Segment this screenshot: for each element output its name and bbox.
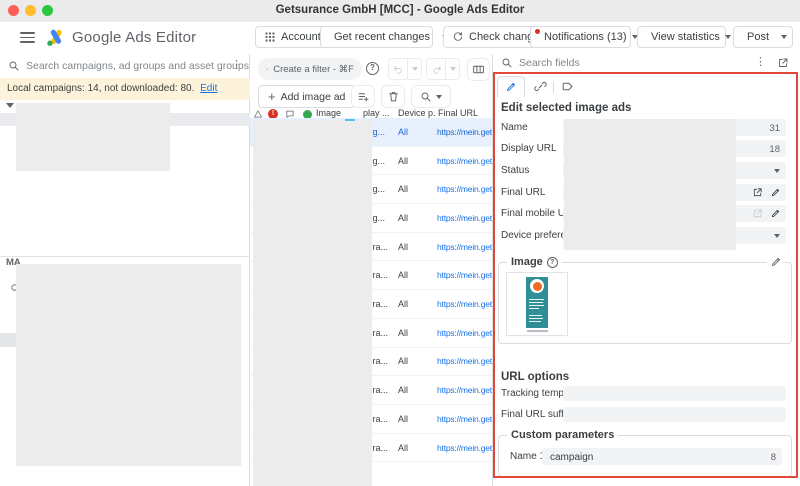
tab-labels[interactable] — [561, 80, 574, 93]
app-toolbar: Google Ads Editor Accounts Get recent ch… — [0, 22, 800, 55]
url-options-heading: URL options — [501, 371, 570, 383]
cell-device: All — [398, 356, 409, 367]
pencil-icon[interactable] — [770, 208, 781, 219]
ad-image-thumbnail[interactable] — [506, 272, 568, 336]
app-window: Getsurance GmbH [MCC] - Google Ads Edito… — [0, 0, 800, 486]
custom-parameters-title: Custom parameters — [507, 429, 619, 441]
edit-image-button[interactable] — [767, 256, 785, 268]
char-counter: 31 — [769, 122, 780, 134]
cell-device: All — [398, 327, 409, 338]
chevron-down-icon[interactable] — [724, 35, 731, 39]
cell-final[interactable]: https://mein.get — [437, 127, 492, 137]
pencil-icon — [770, 256, 782, 268]
cell-device: All — [398, 385, 409, 396]
menu-icon[interactable] — [20, 32, 35, 43]
cell-final[interactable]: https://mein.get — [437, 443, 492, 453]
name1-label: Name 1 — [510, 451, 546, 462]
cell-device: All — [398, 413, 409, 424]
notifications-button[interactable]: Notifications (13) — [530, 26, 638, 48]
open-link-icon — [752, 208, 763, 219]
char-counter: 18 — [769, 143, 780, 155]
redacted-type-list — [16, 264, 241, 466]
redacted-campaign-names — [16, 103, 170, 171]
tab-urls[interactable] — [534, 80, 547, 93]
tree-collapse-icon[interactable] — [6, 103, 14, 108]
post-button[interactable]: Post — [733, 26, 793, 48]
titlebar: Getsurance GmbH [MCC] - Google Ads Edito… — [0, 0, 800, 23]
edit-panel: Search fields ⋮ Edit selected image ads … — [492, 54, 800, 486]
cell-device: All — [398, 126, 409, 137]
open-link-icon[interactable] — [752, 187, 763, 198]
sort-indicator — [345, 119, 355, 121]
kebab-menu-icon[interactable]: ⋮ — [755, 56, 766, 67]
refresh-icon — [452, 31, 464, 43]
open-in-window-icon[interactable] — [777, 57, 789, 69]
cell-final[interactable]: https://mein.get — [437, 328, 492, 338]
help-icon[interactable]: ? — [546, 256, 558, 268]
get-recent-changes-button[interactable]: Get recent changes — [320, 26, 449, 48]
cell-final[interactable]: https://mein.get — [437, 156, 492, 166]
cell-device: All — [398, 241, 409, 252]
notification-badge-dot — [535, 28, 540, 34]
final-url-suffix-input[interactable] — [563, 407, 786, 422]
cell-device: All — [398, 442, 409, 453]
search-icon — [501, 57, 513, 69]
cell-device: All — [398, 184, 409, 195]
chevron-down-icon[interactable] — [781, 35, 788, 39]
pencil-icon[interactable] — [770, 187, 781, 198]
edit-panel-heading: Edit selected image ads — [501, 102, 632, 114]
image-section-title: Image — [511, 256, 543, 268]
char-counter: 8 — [770, 451, 776, 463]
window-title: Getsurance GmbH [MCC] - Google Ads Edito… — [275, 4, 525, 16]
name1-input[interactable]: campaign 8 — [542, 448, 782, 465]
campaign-tree-panel: Search campaigns, ad groups and asset gr… — [0, 54, 250, 486]
chevron-down-icon — [774, 169, 780, 173]
field-row-final-url-suffix: Final URL suffix — [493, 407, 793, 423]
cell-final[interactable]: https://mein.get — [437, 356, 492, 366]
cell-device: All — [398, 155, 409, 166]
ad-list-panel: Create a filter - ⌘F ? + Add image ad ! … — [250, 54, 492, 486]
banner-edit-link[interactable]: Edit — [200, 83, 217, 94]
custom-parameters-section: Custom parameters Name 1 campaign 8 — [498, 429, 792, 477]
cell-final[interactable]: https://mein.get — [437, 299, 492, 309]
redacted-field-values — [564, 119, 736, 250]
field-search-box[interactable]: Search fields ⋮ — [493, 54, 800, 72]
cell-device: All — [398, 270, 409, 281]
cell-final[interactable]: https://mein.get — [437, 242, 492, 252]
cell-final[interactable]: https://mein.get — [437, 213, 492, 223]
brand-badge — [532, 281, 542, 291]
tracking-template-input[interactable] — [563, 386, 786, 401]
field-search-placeholder: Search fields — [519, 57, 580, 69]
cell-final[interactable]: https://mein.get — [437, 385, 492, 395]
banner-ad-preview — [526, 277, 548, 328]
campaign-search-box[interactable]: Search campaigns, ad groups and asset gr… — [0, 54, 250, 79]
field-row-tracking-template: Tracking template — [493, 386, 793, 402]
type-list-selected-edge — [0, 333, 16, 347]
search-icon — [8, 60, 20, 72]
cell-device: All — [398, 299, 409, 310]
redacted-image-column — [253, 120, 372, 486]
cell-final[interactable]: https://mein.get — [437, 184, 492, 194]
pencil-icon — [505, 81, 517, 93]
chevron-down-icon — [774, 234, 780, 238]
campaign-search-placeholder: Search campaigns, ad groups and asset gr… — [26, 60, 249, 72]
local-campaigns-banner: Local campaigns: 14, not downloaded: 80.… — [0, 78, 250, 100]
panel-divider — [0, 256, 250, 257]
accounts-grid-icon — [264, 31, 276, 43]
kebab-menu-icon[interactable]: ⋮ — [231, 59, 242, 70]
google-ads-logo-icon — [46, 29, 66, 52]
cell-device: All — [398, 212, 409, 223]
cell-final[interactable]: https://mein.get — [437, 270, 492, 280]
tab-edit[interactable] — [497, 76, 525, 97]
name1-value: campaign — [550, 451, 594, 463]
cell-final[interactable]: https://mein.get — [437, 414, 492, 424]
view-statistics-button[interactable]: View statistics — [637, 26, 731, 48]
edit-panel-tabs — [493, 76, 793, 97]
app-brand-title: Google Ads Editor — [72, 29, 197, 46]
